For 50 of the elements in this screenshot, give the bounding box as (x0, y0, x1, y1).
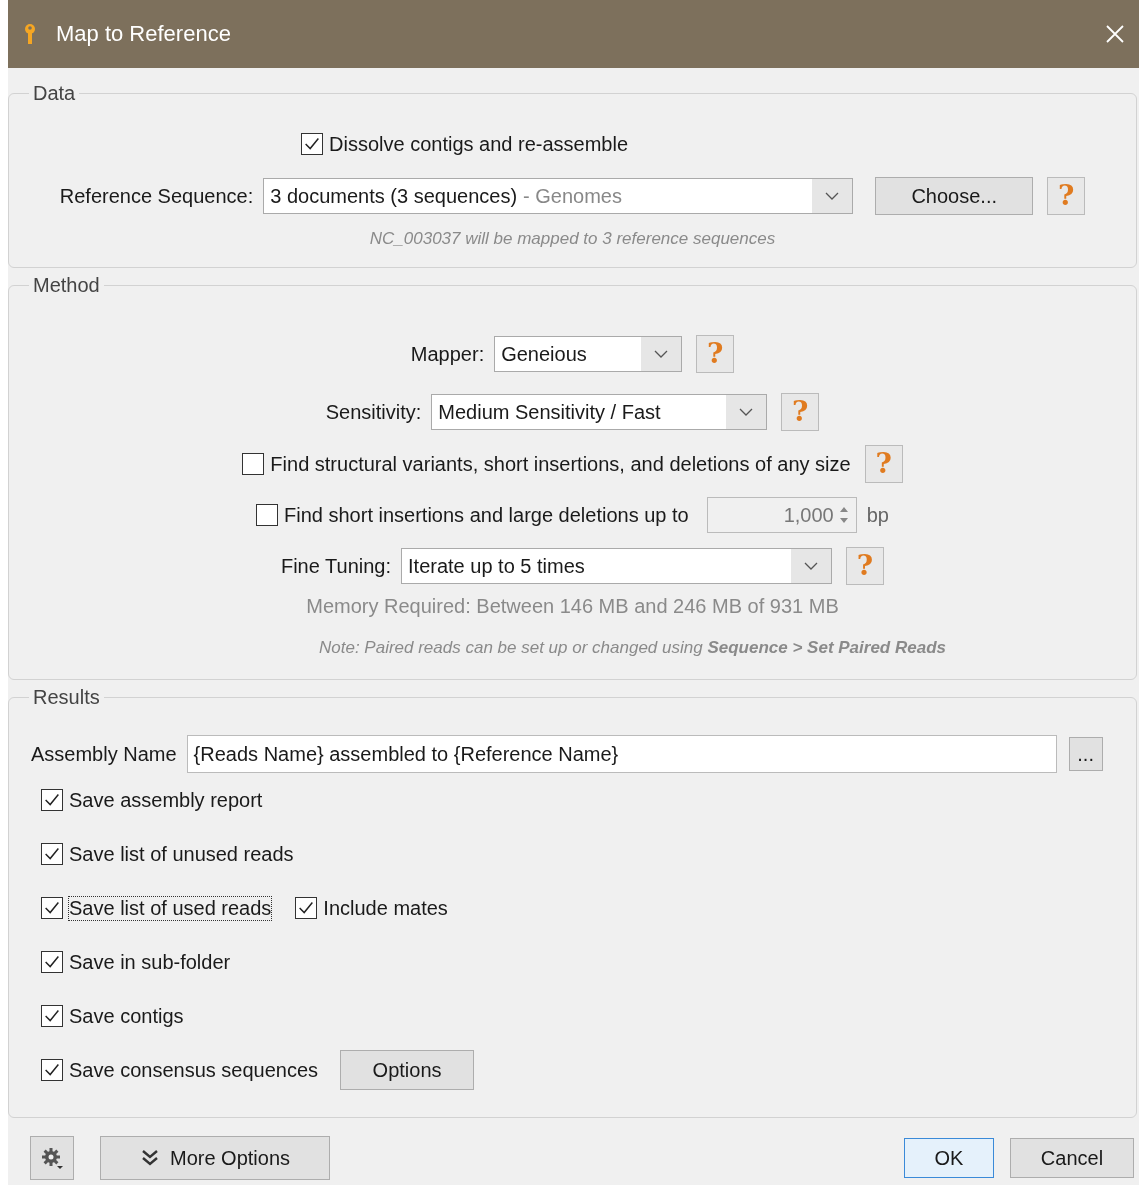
group-title: Data (32, 82, 77, 105)
checkbox[interactable] (41, 843, 63, 865)
choose-button[interactable]: Choose... (875, 177, 1034, 215)
option-checkbox[interactable]: Save consensus sequences (41, 1058, 319, 1082)
dropdown[interactable]: Iterate up to 5 times (401, 548, 833, 584)
browse-button[interactable]: ... (1068, 737, 1103, 771)
chevron-down-icon (739, 408, 754, 416)
field-label: Sensitivity: (325, 400, 422, 424)
field-label: Assembly Name (31, 742, 177, 766)
key-icon (24, 23, 36, 45)
group-title: Method (32, 274, 101, 297)
close-icon[interactable] (1105, 24, 1125, 44)
checkbox[interactable] (301, 133, 323, 155)
option-checkbox[interactable]: Save contigs (41, 1004, 184, 1028)
include-mates-checkbox[interactable]: Include mates (295, 896, 448, 920)
dialog-button[interactable]: OK (904, 1138, 994, 1178)
dropdown[interactable]: 3 documents (3 sequences) - Genomes (263, 178, 854, 214)
checkbox[interactable] (41, 951, 63, 973)
options-button[interactable]: Options (340, 1050, 475, 1090)
mapping-note: NC_003037 will be mapped to 3 reference sequences (369, 229, 776, 249)
chevron-down-icon (825, 192, 840, 200)
gear-icon (40, 1146, 64, 1170)
dropdown[interactable]: Medium Sensitivity / Fast (431, 394, 768, 430)
field-label: Mapper: (410, 342, 485, 366)
option-checkbox[interactable]: Save assembly report (41, 788, 263, 812)
checkbox[interactable] (242, 453, 265, 475)
paired-reads-note: Note: Paired reads can be set up or changed using Sequence > Set Paired Reads (319, 638, 946, 658)
dropdown[interactable]: Geneious (494, 336, 683, 372)
chevron-down-icon (804, 562, 819, 570)
checkbox[interactable] (41, 1059, 63, 1081)
window-title: Map to Reference (56, 21, 231, 47)
field-label: Reference Sequence: (59, 184, 254, 208)
checkbox[interactable] (295, 897, 318, 919)
settings-button[interactable] (30, 1136, 74, 1180)
assembly-name-field[interactable]: {Reads Name} assembled to {Reference Name} (186, 735, 1057, 773)
checkbox[interactable] (41, 1005, 63, 1027)
field-label: Fine Tuning: (280, 554, 392, 578)
unit-label: bp (866, 503, 889, 527)
option-checkbox[interactable]: Save in sub-folder (41, 950, 231, 974)
dialog-button[interactable]: Cancel (1010, 1138, 1134, 1178)
dissolve-checkbox[interactable]: Dissolve contigs and re-assemble (301, 132, 629, 156)
checkbox[interactable] (41, 789, 63, 811)
structural-variants-checkbox[interactable]: Find structural variants, short insertions, and deletions of any size (242, 452, 851, 476)
memory-requirement: Memory Required: Between 146 MB and 246 MB of 931 MB (306, 595, 839, 618)
chevron-down-icon (654, 350, 669, 358)
more-options-button[interactable]: More Options (100, 1136, 330, 1180)
group-title: Results (32, 686, 101, 709)
option-checkbox[interactable]: Save list of used reads (41, 896, 272, 920)
checkbox[interactable] (41, 897, 63, 919)
option-checkbox[interactable]: Save list of unused reads (41, 842, 294, 866)
